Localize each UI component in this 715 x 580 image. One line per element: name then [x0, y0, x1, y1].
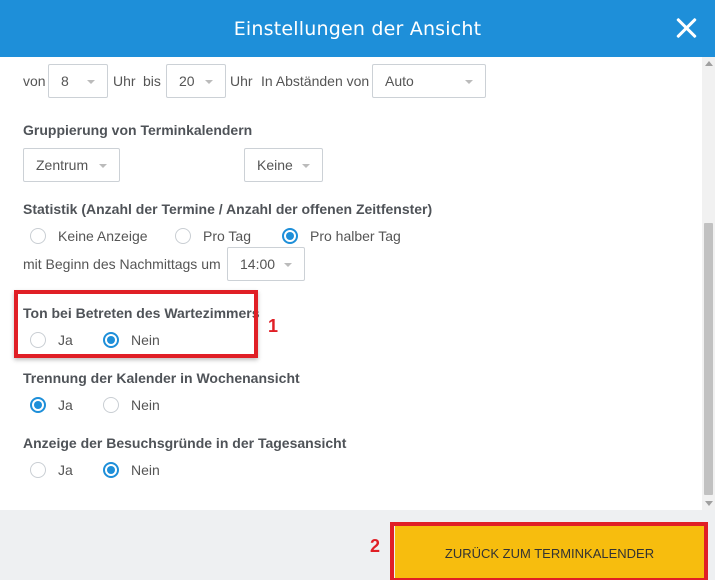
interval-label: In Abständen von	[261, 73, 370, 89]
radio-icon	[175, 228, 191, 244]
annotation-marker-1: 1	[268, 316, 279, 336]
dialog-header: Einstellungen der Ansicht	[0, 0, 715, 57]
radio-label: Nein	[131, 332, 160, 348]
radio-selected-icon	[103, 332, 119, 348]
scroll-thumb[interactable]	[704, 223, 713, 495]
waiting-room-sound-title: Ton bei Betreten des Wartezimmers	[23, 305, 260, 321]
radio-label: Ja	[58, 332, 73, 348]
radio-label: Pro Tag	[203, 228, 251, 244]
hour-label-1: Uhr	[113, 73, 136, 89]
afternoon-time-select[interactable]: 14:00	[227, 247, 305, 281]
chevron-down-icon	[99, 164, 107, 168]
grouping-value-2: Keine	[257, 157, 293, 173]
interval-value: Auto	[385, 73, 414, 89]
radio-label: Nein	[131, 462, 160, 478]
grouping-select-1[interactable]: Zentrum	[23, 148, 120, 182]
radio-label: Nein	[131, 397, 160, 413]
statistics-radio-per-day[interactable]: Pro Tag	[175, 228, 251, 244]
radio-icon	[103, 397, 119, 413]
back-to-calendar-button[interactable]: ZURÜCK ZUM TERMINKALENDER	[395, 526, 704, 580]
week-view-separation-radio-yes[interactable]: Ja	[30, 397, 73, 413]
scrollbar[interactable]	[702, 57, 715, 510]
waiting-room-sound-radio-yes[interactable]: Ja	[30, 332, 73, 348]
grouping-value-1: Zentrum	[36, 157, 89, 173]
scroll-down-icon[interactable]	[705, 501, 713, 506]
day-view-reasons-radio-yes[interactable]: Ja	[30, 462, 73, 478]
radio-selected-icon	[30, 397, 46, 413]
interval-select[interactable]: Auto	[372, 64, 486, 98]
from-hour-value: 8	[61, 73, 69, 89]
waiting-room-sound-radio-no[interactable]: Nein	[103, 332, 160, 348]
radio-label: Ja	[58, 462, 73, 478]
grouping-title: Gruppierung von Terminkalendern	[23, 122, 253, 138]
chevron-down-icon	[302, 164, 310, 168]
week-view-separation-title: Trennung der Kalender in Wochenansicht	[23, 370, 300, 386]
dialog-footer: 2 ZURÜCK ZUM TERMINKALENDER	[0, 510, 715, 580]
close-icon[interactable]	[673, 14, 701, 42]
statistics-radio-none[interactable]: Keine Anzeige	[30, 228, 148, 244]
settings-content: von 8 Uhr bis 20 Uhr In Abständen von Au…	[0, 57, 702, 510]
radio-label: Pro halber Tag	[310, 228, 401, 244]
week-view-separation-radio-no[interactable]: Nein	[103, 397, 160, 413]
scroll-up-icon[interactable]	[705, 61, 713, 66]
annotation-marker-2: 2	[370, 536, 381, 556]
to-hour-select[interactable]: 20	[166, 64, 226, 98]
from-label: von	[23, 73, 46, 89]
radio-icon	[30, 228, 46, 244]
radio-icon	[30, 332, 46, 348]
dialog-title: Einstellungen der Ansicht	[233, 17, 482, 40]
statistics-title: Statistik (Anzahl der Termine / Anzahl d…	[23, 201, 433, 217]
chevron-down-icon	[284, 263, 292, 267]
chevron-down-icon	[87, 80, 95, 84]
radio-selected-icon	[282, 228, 298, 244]
radio-selected-icon	[103, 462, 119, 478]
to-hour-value: 20	[179, 73, 195, 89]
afternoon-label: mit Beginn des Nachmittags um	[23, 256, 221, 272]
hour-label-2: Uhr	[230, 73, 253, 89]
to-label: bis	[143, 73, 161, 89]
chevron-down-icon	[465, 80, 473, 84]
radio-icon	[30, 462, 46, 478]
chevron-down-icon	[205, 80, 213, 84]
radio-label: Ja	[58, 397, 73, 413]
from-hour-select[interactable]: 8	[48, 64, 108, 98]
day-view-reasons-title: Anzeige der Besuchsgründe in der Tagesan…	[23, 435, 347, 451]
grouping-select-2[interactable]: Keine	[244, 148, 323, 182]
day-view-reasons-radio-no[interactable]: Nein	[103, 462, 160, 478]
afternoon-time-value: 14:00	[240, 256, 276, 272]
statistics-radio-per-half-day[interactable]: Pro halber Tag	[282, 228, 401, 244]
radio-label: Keine Anzeige	[58, 228, 148, 244]
